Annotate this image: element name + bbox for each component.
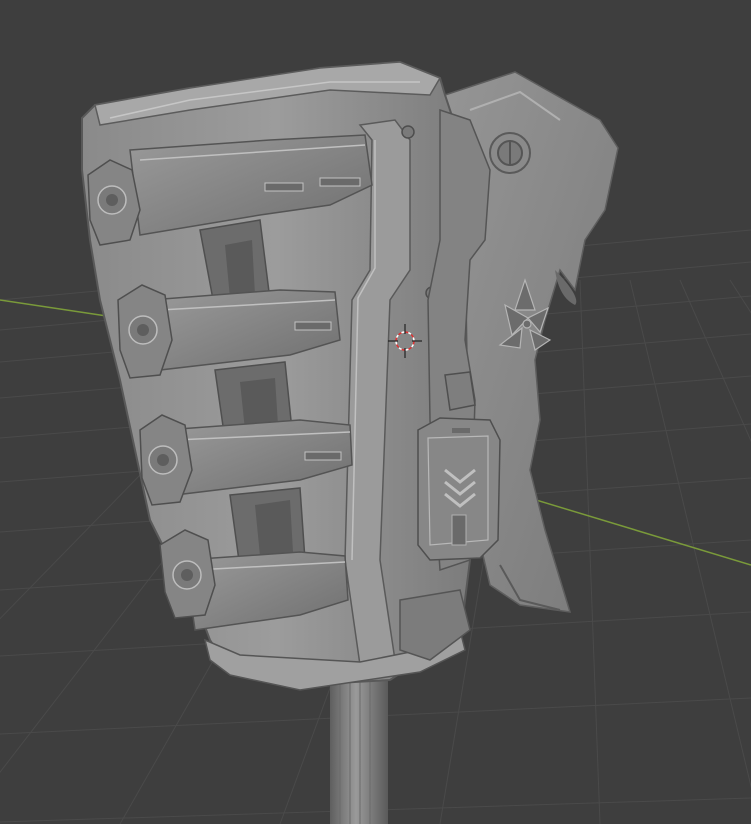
knuckle-bolt-2	[117, 284, 173, 379]
knuckle-bolt-4	[159, 529, 216, 619]
knuckle-bolt-1	[87, 159, 141, 246]
3d-viewport[interactable]	[0, 0, 751, 824]
knuckle-bolt-3	[139, 414, 193, 506]
side-panel	[417, 417, 501, 561]
side-latch	[444, 371, 476, 411]
viewport-canvas[interactable]	[0, 0, 751, 824]
